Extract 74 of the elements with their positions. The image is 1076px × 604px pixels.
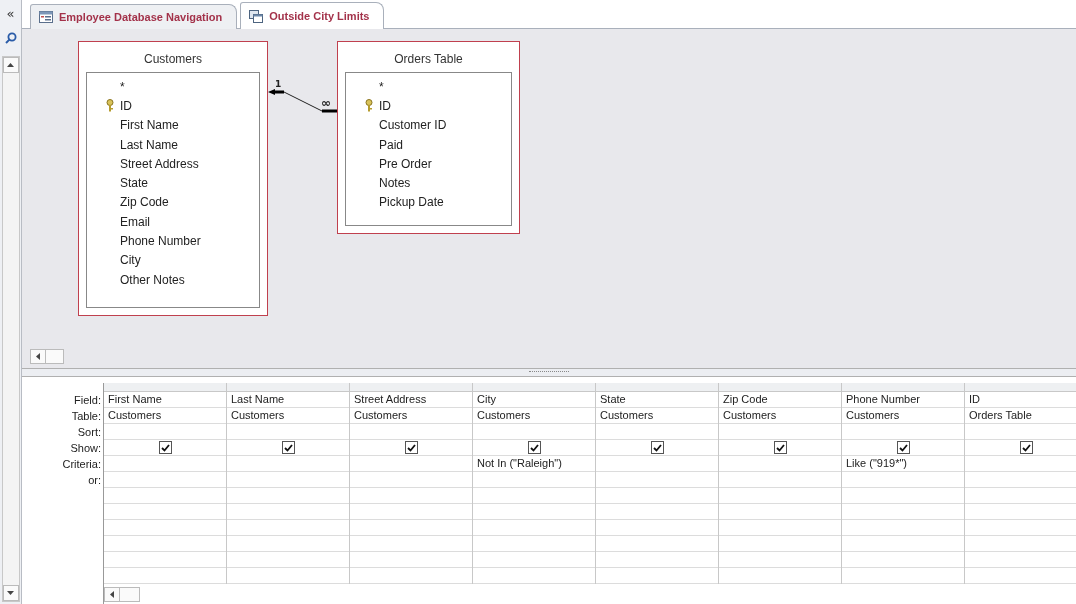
table-title: Orders Table <box>393 51 464 68</box>
down-arrow-icon[interactable] <box>7 591 14 595</box>
field-name[interactable]: Pre Order <box>379 156 432 171</box>
field-cell[interactable]: Phone Number <box>842 392 964 408</box>
field-list-window[interactable]: Orders Table * ID Customer ID Paid Pre Order Notes Pickup Date <box>337 41 520 234</box>
collapse-button[interactable]: « <box>6 8 15 20</box>
scroll-left-icon[interactable] <box>36 353 40 360</box>
row-label: Show: <box>70 441 101 456</box>
form-icon <box>39 11 53 23</box>
field-name[interactable]: Pickup Date <box>379 195 444 210</box>
field-cell[interactable]: Last Name <box>227 392 349 408</box>
one-label: 1 <box>275 79 282 89</box>
document-tab[interactable]: Employee Database Navigation <box>30 4 238 29</box>
vertical-scrollbar[interactable] <box>1 56 20 602</box>
field-cell[interactable]: Street Address <box>350 392 472 408</box>
horizontal-scrollbar[interactable] <box>104 587 140 602</box>
show-checkbox[interactable] <box>773 441 787 454</box>
field-name[interactable]: First Name <box>120 118 179 133</box>
show-checkbox[interactable] <box>158 441 172 454</box>
table-cell[interactable]: Orders Table <box>965 408 1076 424</box>
scroll-left-icon[interactable] <box>110 591 114 598</box>
table-cell[interactable]: Customers <box>227 408 349 424</box>
field-cell[interactable]: City <box>473 392 595 408</box>
show-checkbox[interactable] <box>1019 441 1033 454</box>
row-label: Criteria: <box>62 457 101 472</box>
table-cell[interactable]: Customers <box>596 408 718 424</box>
criteria-cell[interactable]: Not In ("Raleigh") <box>477 457 562 469</box>
key-icon <box>365 99 373 113</box>
document-tab[interactable]: Outside City Limits <box>240 2 385 29</box>
row-label: Table: <box>71 409 101 424</box>
table-cell[interactable]: Customers <box>104 408 226 424</box>
row-label: Field: <box>74 393 101 408</box>
field-cell[interactable]: ID <box>965 392 1076 408</box>
field-name[interactable]: Paid <box>379 137 404 152</box>
show-checkbox[interactable] <box>896 441 910 454</box>
field-name[interactable]: Email <box>120 214 150 229</box>
field-name[interactable]: Zip Code <box>120 195 169 210</box>
many-label: ∞ <box>321 97 331 109</box>
criteria-cell[interactable]: Like ("919*") <box>846 457 907 469</box>
show-checkbox[interactable] <box>281 441 295 454</box>
field-cell[interactable]: First Name <box>104 392 226 408</box>
show-checkbox[interactable] <box>527 441 541 454</box>
scroll-up-button[interactable] <box>2 57 19 73</box>
join-line[interactable] <box>268 89 337 113</box>
field-cell[interactable]: Zip Code <box>719 392 841 408</box>
field-name[interactable]: Customer ID <box>379 118 447 133</box>
table-cell[interactable]: Customers <box>473 408 595 424</box>
field-name[interactable]: City <box>120 253 141 268</box>
field-cell[interactable]: State <box>596 392 718 408</box>
query-icon <box>249 9 264 23</box>
table-title: Customers <box>143 51 203 68</box>
field-name[interactable]: Notes <box>379 176 411 191</box>
field-name[interactable]: ID <box>379 98 391 113</box>
horizontal-scrollbar[interactable] <box>30 349 64 364</box>
table-cell[interactable]: Customers <box>842 408 964 424</box>
field-name[interactable]: * <box>120 79 125 94</box>
key-icon <box>106 99 114 113</box>
field-name[interactable]: Last Name <box>120 137 179 152</box>
field-list-window[interactable]: Customers * ID First Name Last Name Street Address State Zip Code Email Phone Number City Other Notes <box>78 41 268 316</box>
table-cell[interactable]: Customers <box>350 408 472 424</box>
table-cell[interactable]: Customers <box>719 408 841 424</box>
field-name[interactable]: ID <box>120 98 132 113</box>
field-name[interactable]: Phone Number <box>120 234 201 248</box>
field-name[interactable]: Other Notes <box>120 272 185 287</box>
row-label: Sort: <box>77 425 101 440</box>
field-name[interactable]: State <box>120 176 149 191</box>
show-checkbox[interactable] <box>404 441 418 454</box>
field-name[interactable]: Street Address <box>120 156 199 171</box>
show-checkbox[interactable] <box>650 441 664 454</box>
search-icon[interactable] <box>4 32 17 44</box>
row-label: or: <box>88 473 101 488</box>
up-arrow-icon[interactable] <box>7 63 14 67</box>
scroll-down-button[interactable] <box>2 585 19 601</box>
field-name[interactable]: * <box>379 79 384 94</box>
